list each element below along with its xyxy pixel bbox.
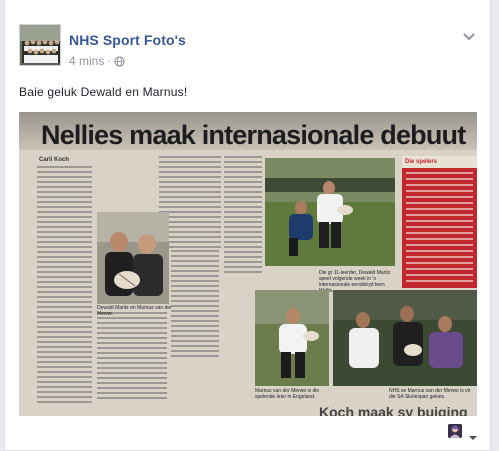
post-meta: 4 mins · (69, 54, 125, 68)
page-name-link[interactable]: NHS Sport Foto's (69, 32, 186, 48)
post-card: NHS Sport Foto's 4 mins · Baie geluk Dew… (4, 0, 491, 451)
page-avatar[interactable] (19, 24, 61, 66)
chevron-down-icon[interactable] (468, 429, 478, 440)
next-article-headline: Koch maak sy buiging (319, 404, 468, 416)
rugby-action-photo (265, 158, 395, 266)
fixtures-sidebar: Die spelers (402, 156, 477, 288)
sidebar-title: Die spelers (402, 156, 477, 168)
globe-icon[interactable] (114, 55, 125, 67)
meta-separator: · (107, 55, 111, 67)
post-message: Baie geluk Dewald en Marnus! (19, 85, 188, 99)
article-text-column (97, 312, 167, 402)
post-options-chevron-icon[interactable] (460, 30, 478, 44)
photo-caption: Marnus van der Merwe is die spelende lei… (255, 388, 320, 400)
viewer-avatar[interactable] (448, 424, 462, 438)
rugby-ruck-photo (333, 290, 477, 386)
rugby-runner-photo (255, 290, 329, 386)
sidebar-text (406, 172, 473, 284)
article-headline: Nellies maak internasionale debuut (41, 120, 466, 150)
post-photo[interactable]: Nellies maak internasionale debuut Carli… (19, 112, 477, 416)
article-text-column (224, 156, 262, 274)
photo-caption: Dewald Maritz en Marnus van der Merwe. (97, 305, 172, 317)
article-text-column (37, 166, 92, 406)
players-portrait-photo (97, 212, 169, 304)
article-byline: Carli Koch (39, 157, 70, 163)
photo-caption: NHS se Marnus van der Merwe is vir die S… (389, 388, 471, 400)
article-text-column (171, 250, 219, 360)
post-timestamp[interactable]: 4 mins (69, 54, 104, 68)
